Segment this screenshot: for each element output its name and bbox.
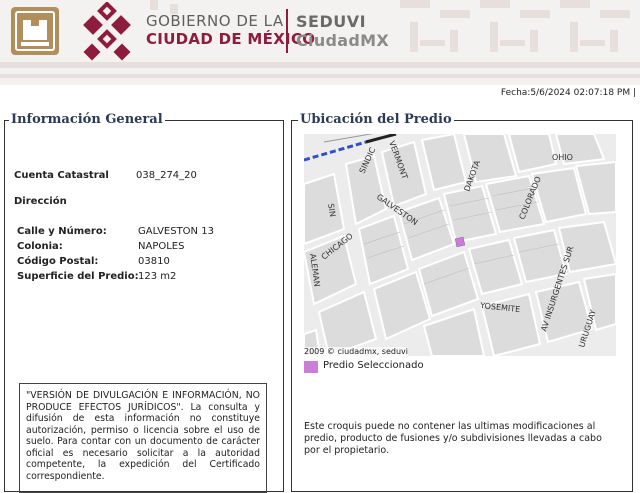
gov-line-1: GOBIERNO DE LA (146, 12, 284, 30)
header-divider (286, 9, 288, 53)
ubicacion-title: Ubicación del Predio (298, 112, 454, 127)
colonia-value: NAPOLES (138, 241, 185, 252)
ubicacion-panel: Ubicación del Predio SINDIC VERMONT DAKO… (291, 112, 633, 492)
location-map[interactable]: SINDIC VERMONT DAKOTA OHIO COLORADO GALV… (304, 134, 616, 356)
cp-label: Código Postal: (17, 256, 99, 267)
cuenta-label: Cuenta Catastral (14, 170, 109, 181)
info-general-panel: Información General Cuenta Catastral 038… (4, 112, 284, 493)
selected-parcel-swatch (304, 361, 318, 373)
superficie-value: 123 m2 (138, 271, 177, 282)
gov-line-2: CIUDAD DE MÉXICO (146, 30, 316, 48)
platform-label: CiudadMX (296, 31, 389, 50)
superficie-label: Superficie del Predio: (17, 271, 139, 282)
agency-name: SEDUVI CiudadMX (296, 12, 389, 50)
direccion-label: Dirección (14, 196, 67, 207)
government-name: GOBIERNO DE LA CIUDAD DE MÉXICO (146, 12, 315, 48)
selected-parcel (454, 236, 466, 248)
info-general-title: Información General (9, 112, 165, 127)
calle-label: Calle y Número: (17, 226, 107, 237)
agency-label: SEDUVI (296, 12, 367, 31)
selected-parcel-label: Predio Seleccionado (323, 360, 424, 371)
map-disclaimer: Este croquis puede no contener las ultim… (304, 421, 602, 456)
disclaimer-note: "VERSIÓN DE DIVULGACIÓN E INFORMACIÓN, N… (19, 383, 267, 493)
cuenta-value: 038_274_20 (136, 170, 197, 181)
timestamp: Fecha:5/6/2024 02:07:18 PM | (500, 88, 636, 98)
cdmx-logo (83, 2, 131, 61)
escudo-logo (11, 7, 59, 55)
calle-value: GALVESTON 13 (138, 226, 214, 237)
site-header: GOBIERNO DE LA CIUDAD DE MÉXICO SEDUVI C… (0, 0, 640, 85)
street-ohio: OHIO (552, 153, 573, 162)
colonia-label: Colonia: (17, 241, 63, 252)
map-copyright: 2009 © ciudadmx, seduvi (304, 347, 409, 356)
cp-value: 03810 (138, 256, 170, 267)
